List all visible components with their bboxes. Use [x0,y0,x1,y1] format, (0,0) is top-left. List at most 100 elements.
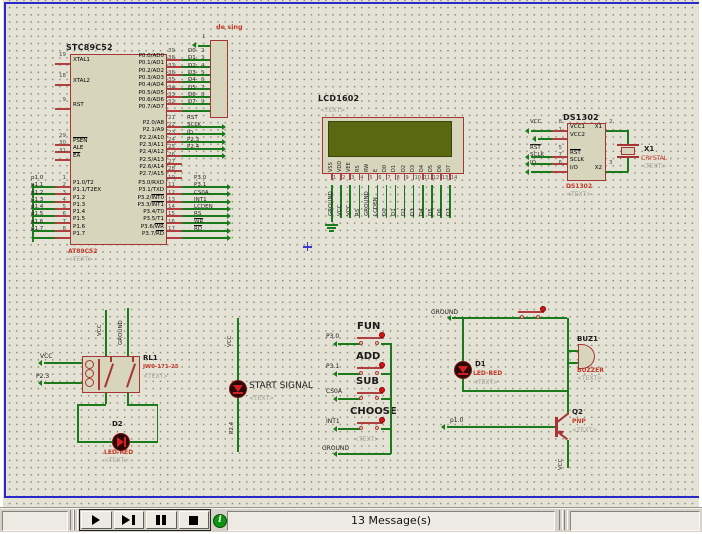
crystal-plate [617,156,639,158]
pin-name: P0.7/AD7 [96,107,164,108]
terminal-label: p1.5 [31,214,43,215]
lcd-pin-number: 2 [342,178,345,179]
key-actuator-dot[interactable] [379,387,385,393]
pin-number: 6 [544,163,562,164]
d2-ref: D2 [112,421,123,428]
pin-name: P1.3 [73,205,85,206]
pin-number: 5 [544,148,562,149]
net-label: P3.0 [194,178,206,179]
pin-name: P1.4 [73,212,85,213]
key-actuator-dot[interactable] [379,332,385,338]
terminal-label: p1.6 [31,222,43,223]
key-pin [520,315,524,319]
wire [552,138,567,140]
relay-core-line [98,359,100,390]
lcd-pin-name: VEE [349,162,350,172]
status-divider [74,510,78,530]
terminal-arrow-icon [532,136,536,142]
pin-name: XTAL1 [73,60,90,61]
wire [55,108,70,110]
net-arrow-icon [227,199,231,205]
pin-number: 10 [168,178,175,179]
sim-stop-button[interactable] [179,511,210,529]
wire [381,398,390,400]
pin-name: PSEN [73,141,87,142]
key-actuator-dot[interactable] [379,417,385,423]
net-label: IO [187,133,193,134]
lcd-net-label: D0 [385,208,386,216]
pin-name: P0.6/AD6 [96,100,164,101]
key-pin [375,426,379,430]
net-label: RS [194,214,201,215]
net-label: D0 [188,51,196,52]
terminal-arrow-icon [525,161,529,167]
terminal-arrow-icon [525,169,529,175]
pin-name: P3.3/INT1 [96,205,164,206]
wire [390,343,392,454]
pin-number: 16 [168,222,175,223]
key-pin [375,341,379,345]
pin-number: 35 [168,80,175,81]
wire [167,110,182,112]
wire [77,441,112,443]
lcd-net-label: D7 [449,208,450,216]
net-label: WR [194,222,203,223]
net-arrow-icon [222,139,226,145]
relay-net-vcc-vertical: VCC [98,325,104,336]
pin-name: EA [73,156,80,157]
net-label: P3.1 [194,185,206,186]
lcd-pin-name: D5 [431,165,432,172]
message-panel[interactable]: 13 Message(s) [227,511,555,531]
pin-number: 11 [168,185,175,186]
wire [182,230,228,232]
terminal-tick [32,235,34,242]
lcd-net-label: D1 [394,208,395,216]
pin-name: I/O [570,168,578,169]
d1-text-placeholder: <TEXT> [473,380,498,386]
terminal-arrow-icon [192,42,196,48]
lcd-pin-name: RW [367,164,368,172]
relay-coil-arc [85,369,94,378]
wire [606,130,628,132]
alarm-vcc-vertical: VCC [559,459,565,470]
pin-name: P3.4/T0 [96,212,164,213]
wire [381,373,390,375]
lcd-pin-name: D7 [449,165,450,172]
key-actuator-dot[interactable] [379,362,385,368]
pin-name: VCC1 [570,127,585,128]
pin-number: 22 [168,125,175,126]
pin-number: 32 [168,102,175,103]
pin-name: VCC2 [570,135,585,136]
net-arrow-icon [227,206,231,212]
key-actuator-dot[interactable] [540,306,546,312]
wire [182,59,210,61]
pin-number: 15 [168,214,175,215]
pin-number: 30 [44,143,66,144]
sim-pause-button[interactable] [146,511,177,529]
message-count-text: 13 Message(s) [351,514,431,527]
connector-body[interactable] [210,40,228,118]
sim-play-button[interactable] [81,511,112,529]
pin-number: 8 [544,122,562,123]
relay-coil-arc [85,378,94,387]
buzzer-body[interactable] [578,344,595,369]
ground-symbol [325,224,338,226]
message-info-icon[interactable]: i [213,514,227,528]
lcd-net-label: D5 [431,208,432,216]
sim-step-button[interactable] [114,511,145,529]
wire [452,317,567,319]
net-arrow-icon [222,131,226,137]
stop-icon [189,516,198,525]
relay-coil-arc [85,360,94,369]
schematic-canvas[interactable]: STC89C52 AT89C52 <TEXT> de sing LCD1602 … [0,0,702,507]
net-label: D2 [188,66,196,67]
connector-pin-number: 6 [201,80,205,81]
terminal-label: p1.4 [31,207,43,208]
terminal-label: p1.1 [31,185,43,186]
lcd-pin-number: 14 [451,178,457,179]
pin-number: 36 [168,73,175,74]
led-cathode-bar [233,392,243,394]
crystal-body[interactable] [621,147,635,155]
wire [567,318,569,414]
lcd-net-label: VCC [349,205,350,216]
